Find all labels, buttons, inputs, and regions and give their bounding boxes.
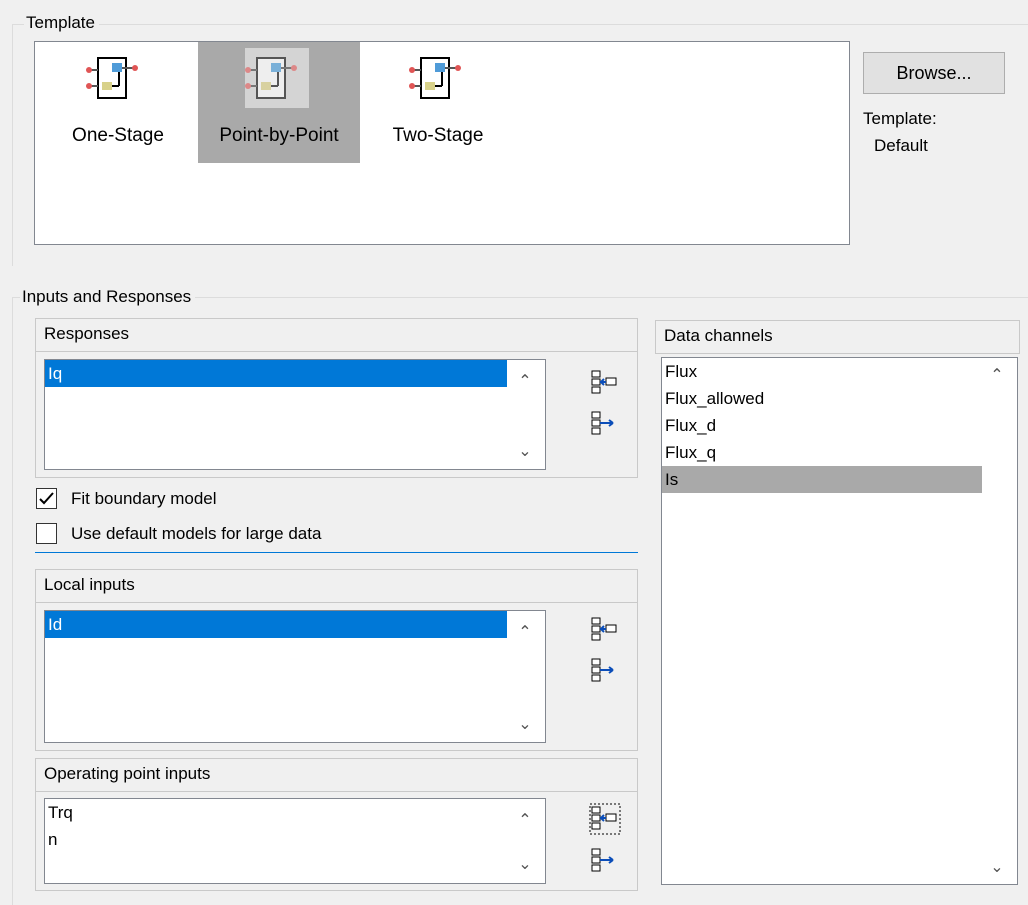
browse-button[interactable]: Browse...	[863, 52, 1005, 94]
list-item[interactable]: n	[45, 826, 545, 853]
list-item[interactable]: Trq	[45, 799, 545, 826]
add-response-icon[interactable]	[589, 367, 621, 399]
list-item[interactable]: Flux_allowed	[662, 385, 982, 412]
template-gallery[interactable]: One-Stage Point-by-Point Two-Stage	[34, 41, 850, 245]
template-point-by-point-label: Point-by-Point	[219, 125, 339, 146]
local-inputs-listbox[interactable]: Id ⌃ ⌄	[44, 610, 546, 743]
list-item[interactable]: Flux_q	[662, 439, 982, 466]
one-stage-icon	[86, 57, 138, 99]
data-channels-header: Data channels	[655, 320, 1020, 354]
scroll-up-icon[interactable]: ⌃	[515, 811, 535, 831]
template-value: Default	[874, 136, 928, 155]
point-by-point-icon	[245, 57, 297, 99]
responses-header: Responses	[35, 318, 638, 352]
two-stage-icon	[409, 57, 461, 99]
template-caption: Template:	[863, 109, 937, 128]
scroll-up-icon[interactable]: ⌃	[515, 372, 535, 392]
scroll-up-icon[interactable]: ⌃	[515, 623, 535, 643]
add-local-input-icon[interactable]	[589, 614, 621, 646]
template-two-stage[interactable]: Two-Stage	[375, 42, 501, 163]
template-two-stage-label: Two-Stage	[392, 125, 484, 146]
remove-operating-input-icon[interactable]	[589, 845, 621, 877]
remove-response-icon[interactable]	[589, 408, 621, 440]
operating-inputs-header: Operating point inputs	[35, 758, 638, 792]
data-channels-listbox[interactable]: Flux Flux_allowed Flux_d Flux_q Is ⌃ ⌄	[661, 357, 1018, 885]
template-group-caption: Template	[24, 13, 99, 33]
list-item[interactable]: Flux_d	[662, 412, 982, 439]
remove-local-input-icon[interactable]	[589, 655, 621, 687]
list-item[interactable]: Id	[45, 611, 507, 638]
list-item[interactable]: Flux	[662, 358, 982, 385]
scroll-down-icon[interactable]: ⌄	[515, 855, 535, 875]
default-models-checkbox[interactable]	[36, 523, 57, 544]
io-group-caption: Inputs and Responses	[20, 287, 196, 307]
scroll-up-icon[interactable]: ⌃	[987, 366, 1007, 386]
list-item[interactable]: Is	[662, 466, 982, 493]
template-one-stage-label: One-Stage	[72, 125, 164, 146]
responses-listbox[interactable]: Iq ⌃ ⌄	[44, 359, 546, 470]
template-one-stage[interactable]: One-Stage	[55, 42, 181, 163]
local-inputs-header: Local inputs	[35, 569, 638, 603]
fit-boundary-checkbox[interactable]	[36, 488, 57, 509]
scroll-down-icon[interactable]: ⌄	[515, 442, 535, 462]
template-point-by-point[interactable]: Point-by-Point	[198, 42, 360, 163]
list-item[interactable]: Iq	[45, 360, 507, 387]
default-models-label[interactable]: Use default models for large data	[71, 523, 321, 545]
operating-inputs-listbox[interactable]: Trq n ⌃ ⌄	[44, 798, 546, 884]
add-operating-input-icon[interactable]	[589, 803, 621, 835]
fit-boundary-label[interactable]: Fit boundary model	[71, 488, 217, 510]
section-divider	[35, 552, 638, 553]
checkmark-icon	[39, 492, 54, 505]
scroll-down-icon[interactable]: ⌄	[987, 858, 1007, 878]
scroll-down-icon[interactable]: ⌄	[515, 715, 535, 735]
